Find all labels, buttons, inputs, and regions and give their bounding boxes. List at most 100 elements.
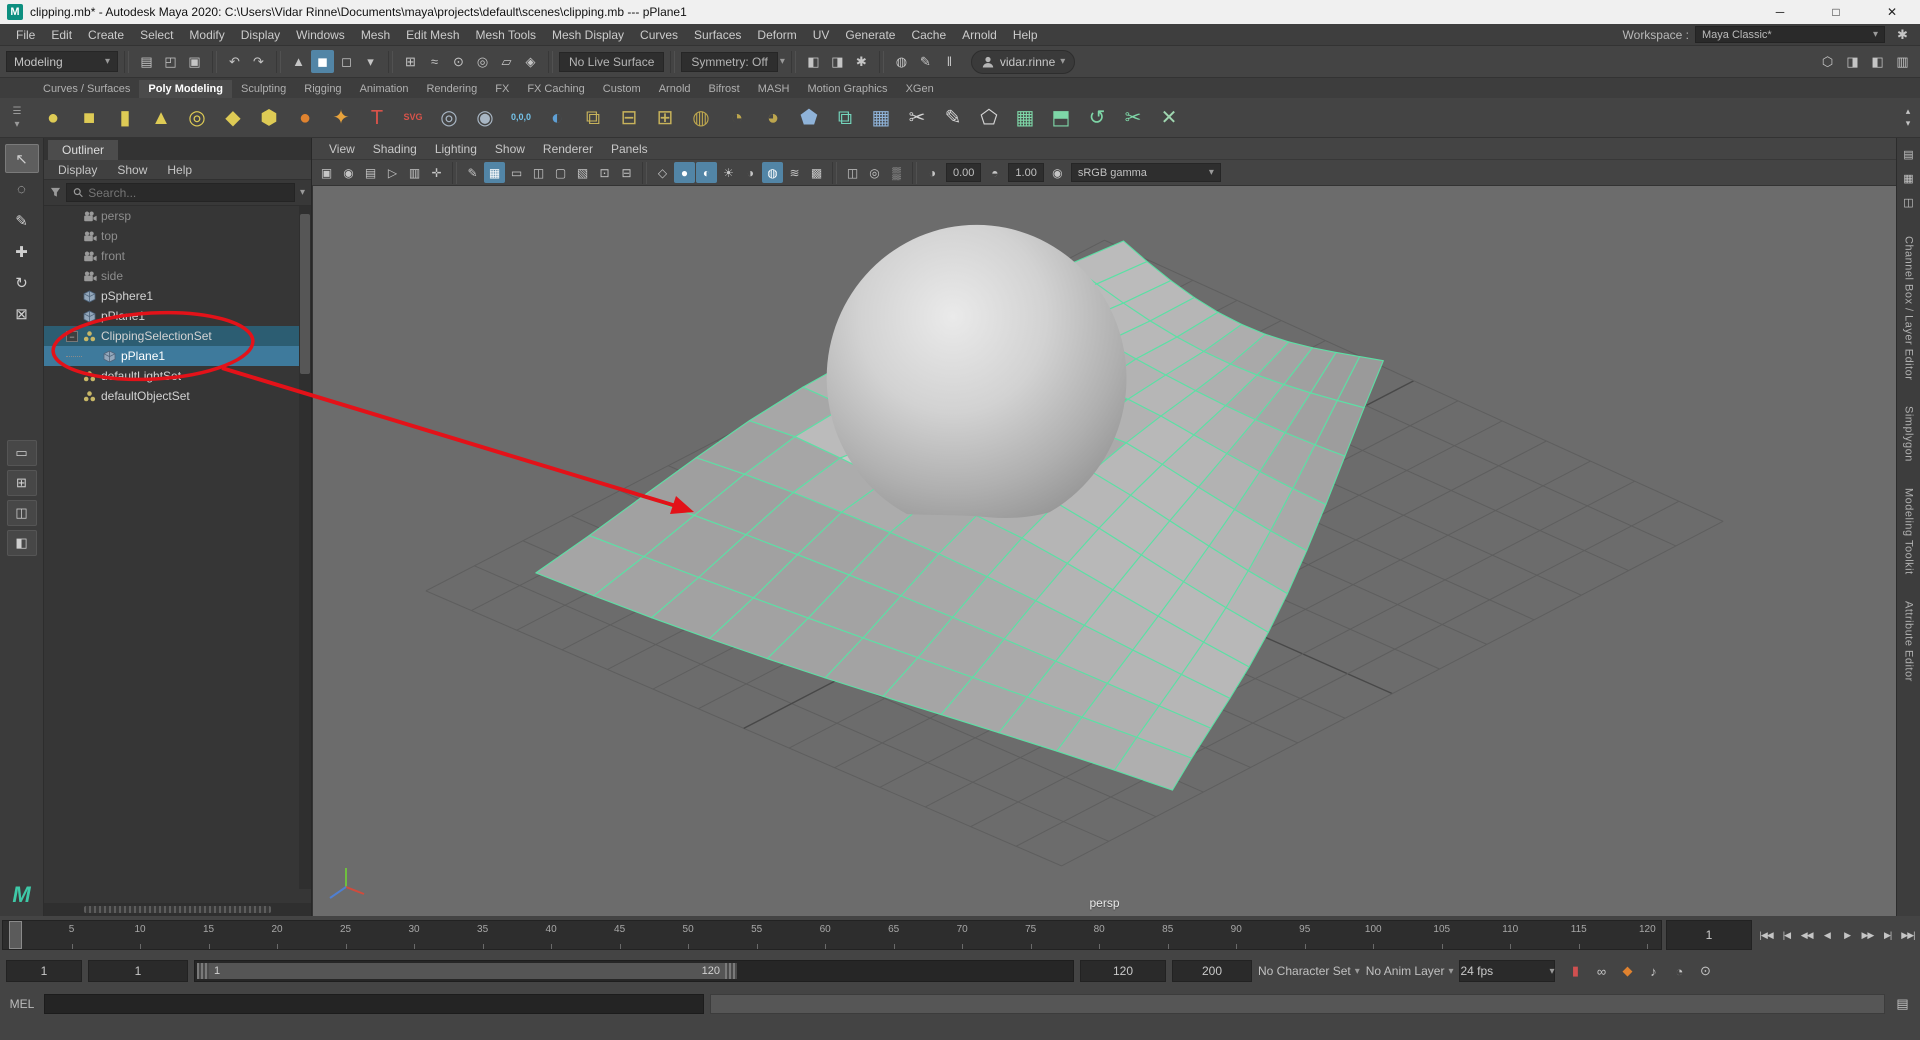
boolean-difference-button[interactable]: ◔ <box>720 101 754 135</box>
shelf-tab-fx-caching[interactable]: FX Caching <box>518 80 593 98</box>
menu-generate[interactable]: Generate <box>837 25 903 45</box>
uv-cut-button[interactable]: ✂ <box>1116 101 1150 135</box>
ipr-render-button[interactable]: ◨ <box>826 50 849 73</box>
gate-mask-button[interactable]: ▢ <box>550 162 571 183</box>
select-object-mode-button[interactable]: ◼ <box>311 50 334 73</box>
center-target-button[interactable]: ◉ <box>468 101 502 135</box>
time-tick-85[interactable]: 85 <box>1162 924 1173 935</box>
range-slider-track[interactable]: 1 120 <box>194 960 1074 982</box>
poly-cone-button[interactable]: ▲ <box>144 101 178 135</box>
uv-planar-projection-button[interactable]: ▦ <box>1008 101 1042 135</box>
menu-cache[interactable]: Cache <box>903 25 954 45</box>
viewport-menu-show[interactable]: Show <box>486 139 534 159</box>
scene-3d[interactable] <box>313 186 1896 916</box>
snap-to-projected-center-button[interactable]: ◎ <box>471 50 494 73</box>
playback-start-field[interactable]: 1 <box>88 960 188 982</box>
outliner-menu-help[interactable]: Help <box>159 161 200 179</box>
menu-mesh[interactable]: Mesh <box>353 25 398 45</box>
menu-help[interactable]: Help <box>1005 25 1046 45</box>
playback-loop-button[interactable]: ∞ <box>1591 961 1611 981</box>
field-chart-button[interactable]: ▧ <box>572 162 593 183</box>
time-tick-75[interactable]: 75 <box>1025 924 1036 935</box>
range-end-handle[interactable] <box>725 963 737 979</box>
quad-draw-tool-button[interactable]: ✎ <box>936 101 970 135</box>
step-forward-key-button[interactable]: ▶▶ <box>1857 920 1877 950</box>
shelf-tab-motion-graphics[interactable]: Motion Graphics <box>798 80 896 98</box>
shadows-toggle-button[interactable]: ◑ <box>740 162 761 183</box>
lock-camera-button[interactable]: ◉ <box>338 162 359 183</box>
outliner-row-clippingselectionset[interactable]: −ClippingSelectionSet <box>44 326 311 346</box>
time-tick-95[interactable]: 95 <box>1299 924 1310 935</box>
select-tool-button[interactable]: ↖ <box>5 144 39 173</box>
boolean-union-button[interactable]: ◍ <box>684 101 718 135</box>
collapse-icon[interactable]: − <box>66 331 78 342</box>
origin-snap-button[interactable]: 0,0,0 <box>504 101 538 135</box>
command-language-toggle[interactable]: MEL <box>6 997 38 1011</box>
range-start-handle[interactable] <box>197 963 209 979</box>
image-plane-button[interactable]: ▥ <box>404 162 425 183</box>
current-frame-field[interactable]: 1 <box>1666 920 1752 950</box>
select-hierarchy-mode-button[interactable]: ▲ <box>287 50 310 73</box>
combine-meshes-button[interactable]: ⧉ <box>576 101 610 135</box>
uv-unfold-button[interactable]: ↺ <box>1080 101 1114 135</box>
svg-import-button[interactable]: SVG <box>396 101 430 135</box>
snap-to-grid-button[interactable]: ⊞ <box>399 50 422 73</box>
time-tick-100[interactable]: 100 <box>1365 924 1382 935</box>
viewport-menu-renderer[interactable]: Renderer <box>534 139 602 159</box>
resolution-gate-button[interactable]: ◫ <box>528 162 549 183</box>
platonic-solid-button[interactable]: ● <box>288 101 322 135</box>
play-backwards-button[interactable]: ◀ <box>1817 920 1837 950</box>
curve-circle-button[interactable]: ◎ <box>432 101 466 135</box>
outliner-horizontal-scrollbar[interactable] <box>44 903 311 916</box>
auto-keyframe-button[interactable]: ◆ <box>1617 961 1637 981</box>
time-tick-60[interactable]: 60 <box>820 924 831 935</box>
mirror-geometry-button[interactable]: ⧉ <box>828 101 862 135</box>
set-key-button[interactable]: ⊙ <box>1695 961 1715 981</box>
poly-cylinder-button[interactable]: ▮ <box>108 101 142 135</box>
shelf-scroll-up-button[interactable]: ▴ <box>1900 106 1916 118</box>
fog-toggle-button[interactable]: ▒ <box>886 162 907 183</box>
film-gate-button[interactable]: ▭ <box>506 162 527 183</box>
menu-select[interactable]: Select <box>132 25 181 45</box>
outliner-row-pplane1[interactable]: pPlane1 <box>44 346 311 366</box>
time-tick-90[interactable]: 90 <box>1231 924 1242 935</box>
uv-automatic-projection-button[interactable]: ⬒ <box>1044 101 1078 135</box>
pause-viewport-button[interactable]: ‖ <box>938 50 961 73</box>
outliner-row-defaultlightset[interactable]: defaultLightSet <box>44 366 311 386</box>
camera-attributes-button[interactable]: ▤ <box>360 162 381 183</box>
outliner-row-top[interactable]: top <box>44 226 311 246</box>
panel-tab-simplygon[interactable]: Simplygon <box>1903 406 1915 462</box>
poly-pipe-button[interactable]: ⬢ <box>252 101 286 135</box>
show-tool-settings-button[interactable]: ◧ <box>1866 50 1889 73</box>
poly-cube-button[interactable]: ■ <box>72 101 106 135</box>
viewport-menu-shading[interactable]: Shading <box>364 139 426 159</box>
workspace-gear-icon[interactable]: ✱ <box>1891 23 1914 46</box>
menu-mesh-display[interactable]: Mesh Display <box>544 25 632 45</box>
motion-blur-button[interactable]: ≋ <box>784 162 805 183</box>
open-scene-button[interactable]: ◰ <box>159 50 182 73</box>
shelf-tab-fx[interactable]: FX <box>486 80 518 98</box>
panel-tab-modeling-toolkit[interactable]: Modeling Toolkit <box>1903 488 1915 575</box>
anti-aliasing-button[interactable]: ▩ <box>806 162 827 183</box>
playback-range-bar[interactable]: 1 120 <box>197 963 737 979</box>
mute-audio-button[interactable]: ♪ <box>1643 961 1663 981</box>
outliner-row-defaultobjectset[interactable]: defaultObjectSet <box>44 386 311 406</box>
shelf-tab-curves-surfaces[interactable]: Curves / Surfaces <box>34 80 139 98</box>
anim-layer-select[interactable]: No Anim Layer ▾ <box>1366 964 1454 978</box>
outliner-tab[interactable]: Outliner <box>48 140 118 160</box>
rotate-tool-button[interactable]: ↻ <box>5 268 39 297</box>
menu-set-select[interactable]: Modeling ▾ <box>6 51 118 72</box>
snap-to-curve-button[interactable]: ≈ <box>423 50 446 73</box>
fps-select[interactable]: 24 fps ▾ <box>1459 960 1555 982</box>
ambient-occlusion-button[interactable]: ◍ <box>762 162 783 183</box>
go-to-start-button[interactable]: |◀◀ <box>1756 920 1776 950</box>
paint-effects-button[interactable]: ✎ <box>914 50 937 73</box>
lasso-tool-button[interactable]: ◌ <box>5 175 39 204</box>
poly-torus-button[interactable]: ◎ <box>180 101 214 135</box>
outliner-row-side[interactable]: side <box>44 266 311 286</box>
viewport-canvas[interactable]: persp <box>312 186 1896 916</box>
bookmarks-button[interactable]: ▷ <box>382 162 403 183</box>
render-settings-button[interactable]: ✱ <box>850 50 873 73</box>
extract-faces-button[interactable]: ⊞ <box>648 101 682 135</box>
four-pane-layout-button[interactable]: ⊞ <box>7 470 37 496</box>
